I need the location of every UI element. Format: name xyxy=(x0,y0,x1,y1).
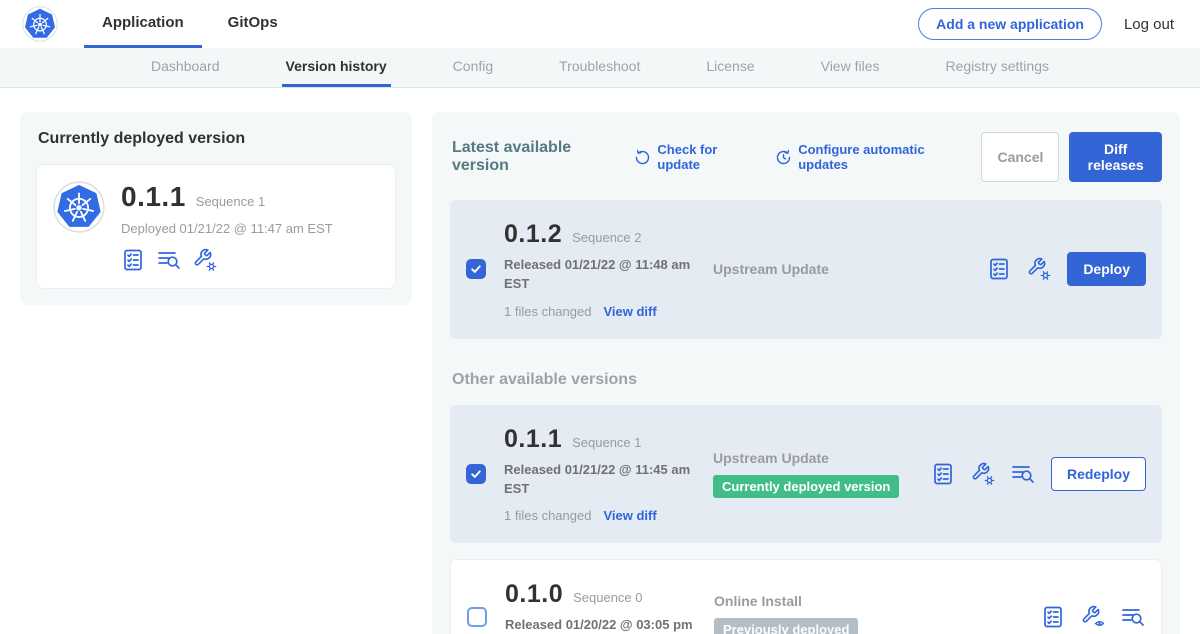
currently-deployed-title: Currently deployed version xyxy=(38,130,396,148)
diff-releases-button[interactable]: Diff releases xyxy=(1069,132,1162,182)
release-notes-icon[interactable] xyxy=(157,248,181,272)
released-timestamp: Released 01/21/22 @ 11:48 am EST xyxy=(504,256,694,294)
available-versions-panel: Latest available version Check for updat… xyxy=(432,112,1180,634)
release-notes-icon[interactable] xyxy=(1011,462,1035,486)
version-row-0-1-0: 0.1.0 Sequence 0 Released 01/20/22 @ 03:… xyxy=(450,559,1162,634)
other-available-versions-title: Other available versions xyxy=(452,371,1162,389)
previously-deployed-badge: Previously deployed xyxy=(714,618,858,634)
deployed-version-card: 0.1.1 Sequence 1 Deployed 01/21/22 @ 11:… xyxy=(36,164,396,289)
version-number: 0.1.2 xyxy=(504,220,562,249)
sequence-label: Sequence 2 xyxy=(572,230,641,245)
preflight-checks-icon[interactable] xyxy=(121,248,145,272)
view-config-icon[interactable] xyxy=(1081,605,1105,629)
tab-gitops-label: GitOps xyxy=(228,14,278,31)
deployed-sequence-label: Sequence 1 xyxy=(196,194,265,209)
sequence-label: Sequence 0 xyxy=(573,590,642,605)
redeploy-button[interactable]: Redeploy xyxy=(1051,457,1146,491)
edit-config-icon[interactable] xyxy=(193,248,217,272)
files-changed-label: 1 files changed xyxy=(504,508,591,523)
subnav-tab-dashboard[interactable]: Dashboard xyxy=(147,48,224,87)
checkmark-icon xyxy=(469,467,483,481)
top-navbar: Application GitOps Add a new application… xyxy=(0,0,1200,48)
schedule-icon xyxy=(775,149,792,166)
kubernetes-app-icon xyxy=(53,181,105,233)
currently-deployed-panel: Currently deployed version 0.1.1 Sequenc… xyxy=(20,112,412,305)
logout-link[interactable]: Log out xyxy=(1124,16,1174,33)
release-notes-icon[interactable] xyxy=(1121,605,1145,629)
kubernetes-logo-icon xyxy=(22,6,58,42)
version-row-0-1-2: 0.1.2 Sequence 2 Released 01/21/22 @ 11:… xyxy=(450,200,1162,339)
latest-available-version-title: Latest available version xyxy=(452,139,612,175)
version-number: 0.1.1 xyxy=(504,425,562,454)
checkmark-icon xyxy=(469,262,483,276)
version-number: 0.1.0 xyxy=(505,580,563,609)
currently-deployed-badge: Currently deployed version xyxy=(713,475,899,498)
version-source-label: Upstream Update xyxy=(713,261,987,277)
subnav-tab-license[interactable]: License xyxy=(702,48,758,87)
view-diff-link[interactable]: View diff xyxy=(603,508,656,523)
version-checkbox[interactable] xyxy=(467,607,487,627)
released-timestamp: Released 01/21/22 @ 11:45 am EST xyxy=(504,461,694,499)
deployed-timestamp: Deployed 01/21/22 @ 11:47 am EST xyxy=(121,221,333,236)
subnav-tab-version-history[interactable]: Version history xyxy=(282,48,391,87)
version-history-page: Currently deployed version 0.1.1 Sequenc… xyxy=(0,88,1200,634)
preflight-checks-icon[interactable] xyxy=(931,462,955,486)
edit-config-icon[interactable] xyxy=(971,462,995,486)
tab-application[interactable]: Application xyxy=(84,0,202,48)
app-subnav: Dashboard Version history Config Trouble… xyxy=(0,48,1200,88)
view-diff-link[interactable]: View diff xyxy=(603,304,656,319)
tab-gitops[interactable]: GitOps xyxy=(210,0,296,48)
add-new-application-button[interactable]: Add a new application xyxy=(918,8,1102,40)
preflight-checks-icon[interactable] xyxy=(1041,605,1065,629)
released-timestamp: Released 01/20/22 @ 03:05 pm EST xyxy=(505,616,695,634)
app-logo xyxy=(22,0,58,48)
version-source-label: Upstream Update xyxy=(713,450,931,466)
edit-config-icon[interactable] xyxy=(1027,257,1051,281)
subnav-tab-view-files[interactable]: View files xyxy=(817,48,884,87)
configure-automatic-updates-link[interactable]: Configure automatic updates xyxy=(775,142,955,172)
sequence-label: Sequence 1 xyxy=(572,435,641,450)
subnav-tab-troubleshoot[interactable]: Troubleshoot xyxy=(555,48,644,87)
preflight-checks-icon[interactable] xyxy=(987,257,1011,281)
deploy-button[interactable]: Deploy xyxy=(1067,252,1146,286)
deployed-version-number: 0.1.1 xyxy=(121,181,186,213)
subnav-tab-registry-settings[interactable]: Registry settings xyxy=(942,48,1053,87)
version-row-0-1-1: 0.1.1 Sequence 1 Released 01/21/22 @ 11:… xyxy=(450,405,1162,544)
check-for-update-link[interactable]: Check for update xyxy=(634,142,749,172)
tab-application-label: Application xyxy=(102,14,184,31)
subnav-tab-config[interactable]: Config xyxy=(449,48,497,87)
version-checkbox[interactable] xyxy=(466,464,486,484)
version-source-label: Online Install xyxy=(714,593,1041,609)
files-changed-label: 1 files changed xyxy=(504,304,591,319)
version-checkbox[interactable] xyxy=(466,259,486,279)
cancel-button[interactable]: Cancel xyxy=(981,132,1059,182)
refresh-icon xyxy=(634,149,651,166)
